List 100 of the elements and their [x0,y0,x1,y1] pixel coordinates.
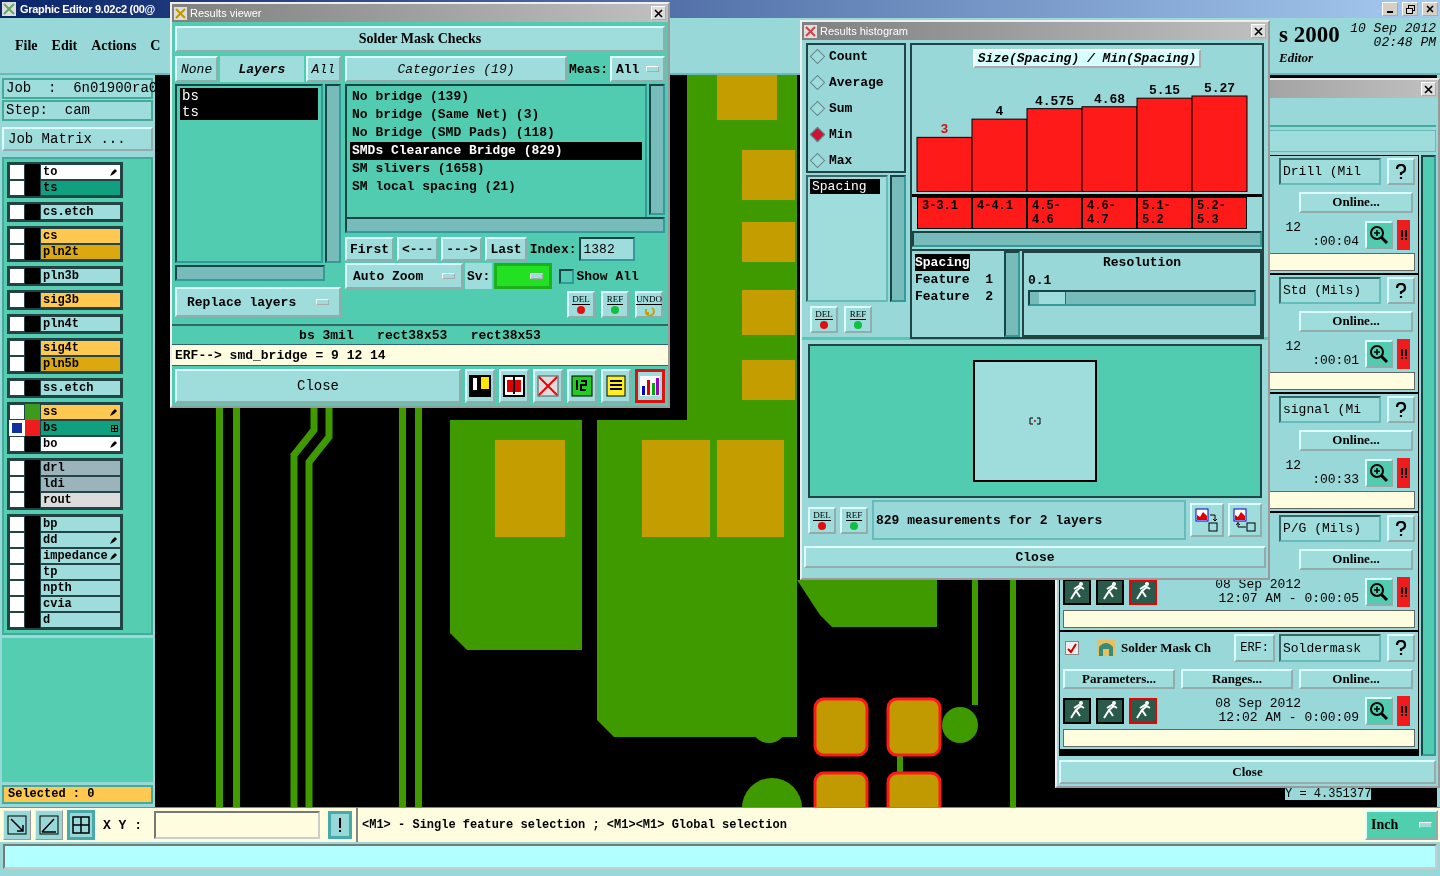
alert-button[interactable] [328,811,352,839]
layer-item[interactable]: d [40,612,121,628]
layer-checkbox[interactable] [9,596,25,612]
layer-item[interactable]: bp [40,516,121,532]
erf-field[interactable]: P/G (Mils) [1279,515,1381,543]
layer-checkbox[interactable] [9,164,25,180]
zoom-dropdown[interactable]: Auto Zoom [345,263,463,289]
layer-checkbox[interactable] [9,476,25,492]
close-button[interactable] [651,6,666,20]
layer-checkbox[interactable] [9,244,25,260]
menu-item[interactable]: File [15,37,38,54]
job-matrix-button[interactable]: Job Matrix ... [2,127,153,151]
check-action-button[interactable]: Online... [1299,311,1413,332]
list-item[interactable]: SM local spacing (21) [350,178,642,196]
layer-item[interactable]: cvia [40,596,121,612]
layer-item[interactable]: impedance [40,548,121,564]
menu-item[interactable]: Actions [91,37,137,54]
layer-checkbox[interactable] [9,316,25,332]
layer-checkbox[interactable] [9,228,25,244]
select-button[interactable]: None [175,56,219,82]
layer-checkbox[interactable] [9,180,25,196]
layer-checkbox[interactable] [9,356,25,372]
layer-checkbox[interactable] [9,548,25,564]
import-button[interactable] [1228,503,1262,537]
list-item[interactable]: Feature 2 [915,288,993,305]
edit-button[interactable]: REF [844,306,872,333]
layer-item[interactable]: ldi [40,476,121,492]
check-action-button[interactable]: Online... [1299,669,1413,689]
layer-checkbox[interactable] [9,580,25,596]
list-item[interactable]: SMDs Clearance Bridge (829) [350,142,642,160]
list-item[interactable]: Feature 1 [915,271,993,288]
layer-item[interactable]: drl [40,460,121,476]
index-field[interactable]: 1382 [579,237,636,261]
layer-checkbox[interactable] [9,436,25,452]
list-item[interactable]: ts [180,104,318,120]
meas-dropdown[interactable]: All [610,56,665,82]
select-button[interactable]: All [305,56,341,82]
scrollbar[interactable] [325,84,341,263]
layer-checkbox[interactable] [9,340,25,356]
tool-button[interactable] [635,369,665,403]
radio-option[interactable]: Min [812,125,900,143]
layer-item[interactable]: pln3b [40,268,121,284]
edit-button[interactable]: UNDO [635,291,663,318]
edit-button[interactable]: REF [601,291,629,318]
layer-item[interactable]: sig4t [40,340,121,356]
layer-item[interactable]: dd [40,532,121,548]
layer-item[interactable]: ss.etch [40,380,121,396]
scrollbar[interactable] [345,217,665,233]
list-item[interactable]: Spacing [915,254,970,271]
layer-checkbox[interactable] [9,292,25,308]
layer-checkbox[interactable] [9,380,25,396]
edit-button[interactable]: DEL [810,306,838,333]
layer-checkbox[interactable] [9,564,25,580]
nav-button[interactable]: Last [485,237,527,261]
command-field[interactable] [3,844,1437,869]
check-action-button[interactable]: Online... [1299,549,1413,570]
layer-item[interactable]: pln5b [40,356,121,372]
layer-item[interactable]: rout [40,492,121,508]
zoom-button[interactable] [1365,220,1393,249]
replace-mode-dropdown[interactable]: Replace layers [175,287,341,317]
coordinate-field[interactable] [154,811,320,839]
checkbox[interactable] [1065,641,1079,655]
erf-button[interactable]: ERF: [1234,634,1275,662]
layer-checkbox[interactable] [9,532,25,548]
color-dropdown[interactable] [494,263,553,289]
layer-checkbox[interactable] [9,204,25,220]
resolution-slider[interactable] [1028,290,1256,306]
zoom-button[interactable] [1365,577,1393,606]
layer-item[interactable]: cs.etch [40,204,121,220]
scrollbar[interactable] [890,175,906,302]
nav-button[interactable]: First [345,237,394,261]
categories-button[interactable]: Categories (19) [345,56,567,82]
layer-item[interactable]: cs [40,228,121,244]
layer-checkbox[interactable] [9,268,25,284]
erf-field[interactable]: Soldermask [1279,634,1381,662]
radio-option[interactable]: Average [812,73,900,91]
check-action-button[interactable]: Online... [1299,430,1413,451]
layer-checkbox[interactable] [9,404,25,420]
layer-item[interactable]: pln2t [40,244,121,260]
layer-checkbox[interactable] [9,516,25,532]
menu-item[interactable]: C [150,37,161,54]
list-item[interactable]: SM slivers (1658) [350,160,642,178]
help-button[interactable] [1387,158,1415,186]
layer-item[interactable]: bo [40,436,121,452]
list-item[interactable]: No bridge (139) [350,88,642,106]
zoom-button[interactable] [1365,458,1393,487]
check-action-button[interactable]: Ranges... [1181,669,1293,689]
units-dropdown[interactable]: Inch [1365,810,1438,840]
edit-button[interactable]: DEL [567,291,595,318]
radio-option[interactable]: Count [812,47,900,65]
list-item[interactable]: No bridge (Same Net) (3) [350,106,642,124]
tool-button[interactable] [67,810,95,840]
nav-button[interactable]: <--- [397,237,439,261]
layer-item[interactable]: tp [40,564,121,580]
help-button[interactable] [1387,277,1415,305]
layer-item[interactable]: sig3b [40,292,121,308]
scrollbar[interactable] [1004,251,1020,337]
list-item[interactable]: Spacing [810,179,880,194]
menu-item[interactable]: Edit [51,37,78,54]
layer-item[interactable]: to [40,164,121,180]
